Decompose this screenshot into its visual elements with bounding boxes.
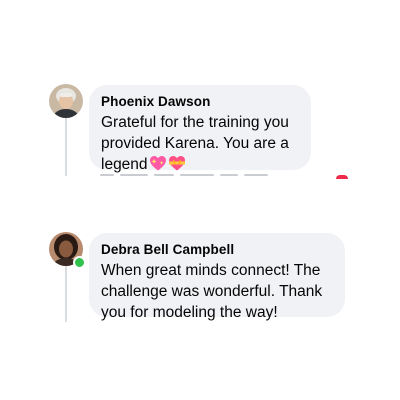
thread-line (65, 118, 67, 176)
comment-text: Grateful for the training you provided K… (101, 112, 299, 178)
comment-text-line: you for modeling the way! (101, 304, 278, 321)
comment-bubble: Debra Bell Campbell When great minds con… (89, 233, 345, 321)
comment-bubble: Phoenix Dawson Grateful for the training… (89, 85, 311, 173)
comment-text-line: challenge was wonderful. Thank (101, 283, 323, 300)
comment-text-line: legend (101, 156, 148, 173)
comment-text: When great minds connect! The challenge … (101, 260, 333, 323)
comment-text-line: provided Karena. You are a (101, 135, 289, 152)
comment-text-line: When great minds connect! The (101, 262, 321, 279)
thread-line (65, 266, 67, 322)
comment-actions-row-partial (100, 174, 268, 178)
avatar-photo-phoenix (49, 84, 83, 118)
avatar[interactable] (49, 84, 83, 118)
comment-author[interactable]: Debra Bell Campbell (101, 241, 333, 258)
comment-thread: Phoenix Dawson Grateful for the training… (0, 0, 400, 400)
comment-text-line: Grateful for the training you (101, 114, 289, 131)
online-status-dot (73, 256, 86, 269)
reaction-badge[interactable] (336, 175, 348, 179)
comment-author[interactable]: Phoenix Dawson (101, 93, 299, 110)
